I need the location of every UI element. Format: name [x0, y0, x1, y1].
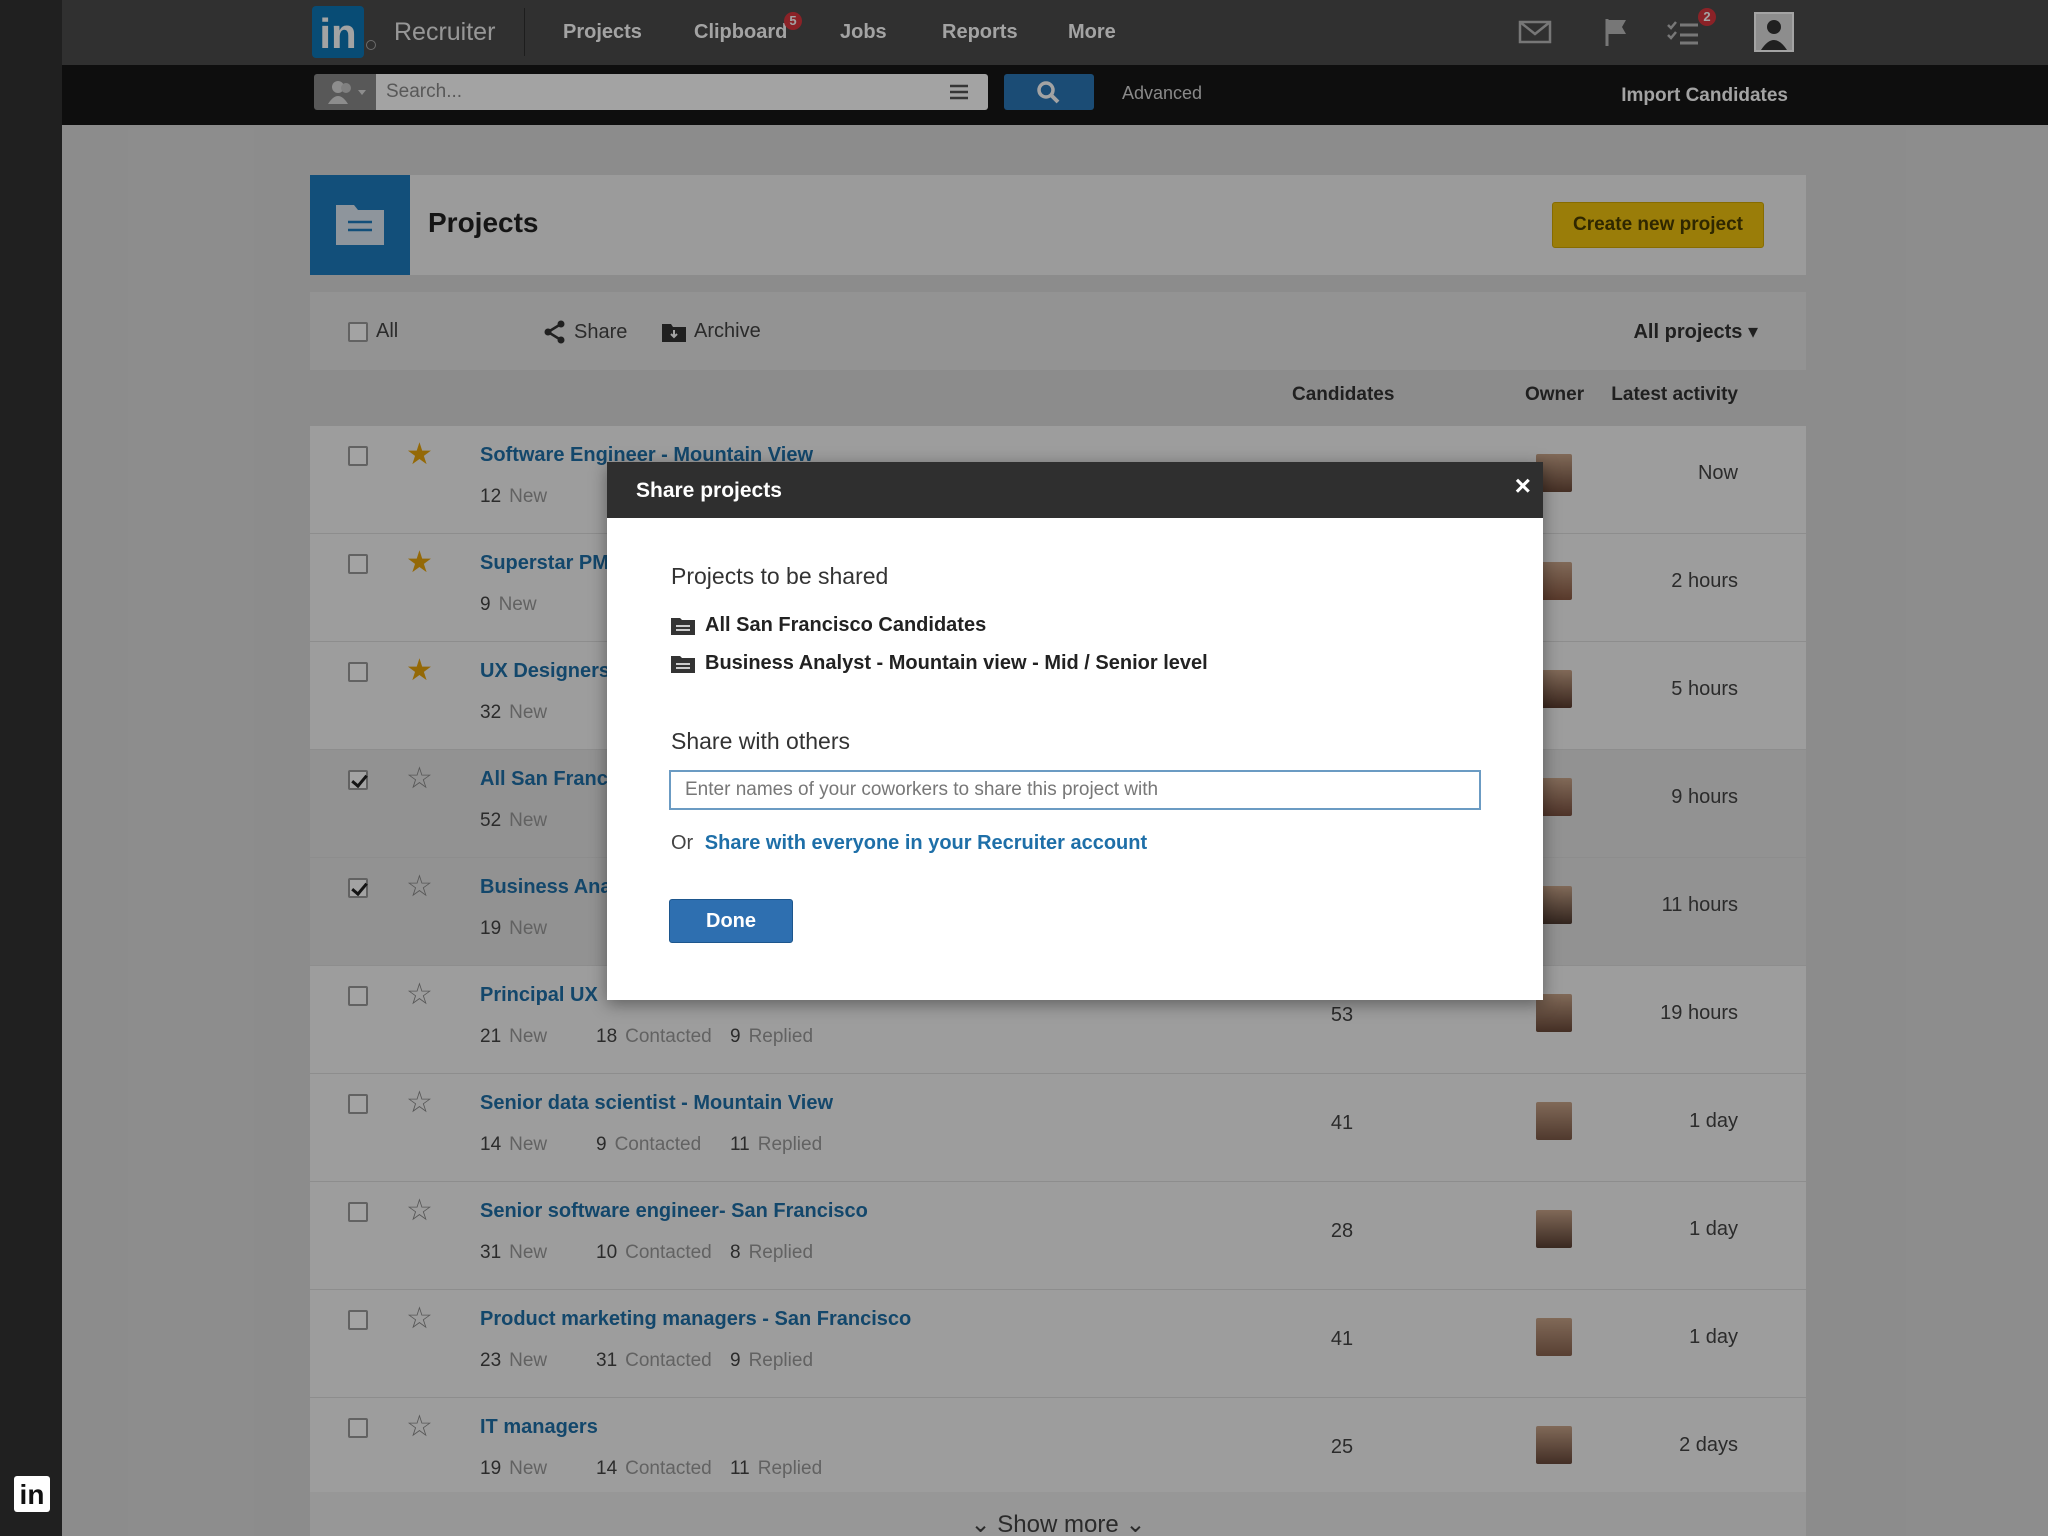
share-projects-dialog: Share projects × Projects to be shared A…: [607, 462, 1543, 1000]
share-all-row: Or Share with everyone in your Recruiter…: [671, 832, 1147, 855]
dialog-title: Share projects: [636, 479, 782, 502]
shared-project-name: All San Francisco Candidates: [705, 614, 987, 636]
done-button[interactable]: Done: [669, 899, 793, 943]
dialog-header: Share projects ×: [607, 462, 1543, 518]
coworker-names-input[interactable]: [669, 770, 1481, 810]
or-label: Or: [671, 832, 694, 854]
corner-linkedin-logo: in: [14, 1476, 50, 1512]
folder-icon: [671, 655, 695, 673]
share-with-everyone-link[interactable]: Share with everyone in your Recruiter ac…: [705, 832, 1147, 854]
recruiter-app: in Recruiter Projects Clipboard 5 Jobs R…: [62, 0, 2048, 1536]
left-strip: in: [0, 0, 62, 1536]
shared-project-item: Business Analyst - Mountain view - Mid /…: [671, 652, 1208, 675]
shared-project-item: All San Francisco Candidates: [671, 614, 986, 637]
folder-icon: [671, 617, 695, 635]
close-icon[interactable]: ×: [1515, 470, 1531, 502]
projects-to-share-heading: Projects to be shared: [671, 563, 889, 589]
shared-project-name: Business Analyst - Mountain view - Mid /…: [705, 652, 1208, 674]
share-with-others-heading: Share with others: [671, 728, 850, 754]
